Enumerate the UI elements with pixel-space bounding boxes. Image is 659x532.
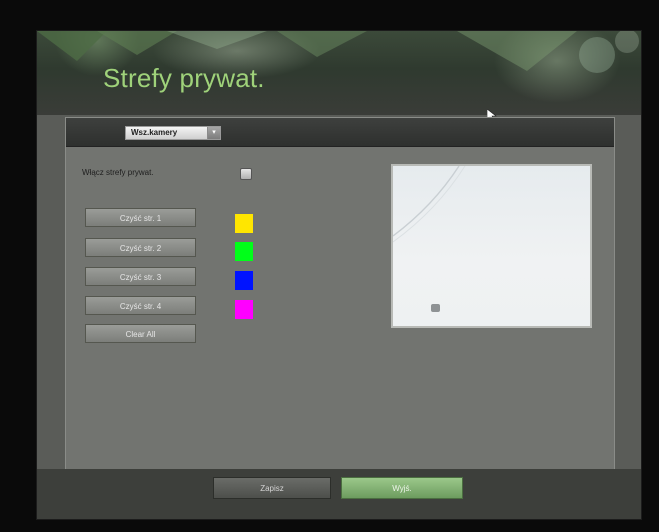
header-banner: Strefy prywat. bbox=[37, 31, 641, 115]
privacy-settings-panel: Wsz.kamery ▾ Włącz strefy prywat. Czyść … bbox=[65, 117, 615, 470]
zone-1-color-swatch bbox=[235, 214, 253, 233]
camera-preview[interactable] bbox=[391, 164, 592, 328]
privacy-zones-screen: Strefy prywat. Wsz.kamery ▾ Włącz strefy… bbox=[36, 30, 642, 520]
zone-4-color-swatch bbox=[235, 300, 253, 319]
zone-2-color-swatch bbox=[235, 242, 253, 261]
camera-select[interactable]: Wsz.kamery ▾ bbox=[125, 126, 221, 140]
clear-all-button[interactable]: Clear All bbox=[85, 324, 196, 343]
clear-zone-4-button[interactable]: Czyść str. 4 bbox=[85, 296, 196, 315]
camera-select-value: Wsz.kamery bbox=[131, 128, 178, 137]
enable-zones-label: Włącz strefy prywat. bbox=[82, 168, 154, 177]
enable-zones-checkbox[interactable] bbox=[240, 168, 252, 180]
zone-3-color-swatch bbox=[235, 271, 253, 290]
clear-zone-2-button[interactable]: Czyść str. 2 bbox=[85, 238, 196, 257]
camera-icon bbox=[431, 304, 440, 312]
chevron-down-icon[interactable]: ▾ bbox=[207, 127, 220, 139]
page-title: Strefy prywat. bbox=[103, 63, 265, 93]
clear-zone-3-button[interactable]: Czyść str. 3 bbox=[85, 267, 196, 286]
panel-header: Wsz.kamery ▾ bbox=[66, 118, 614, 147]
footer-bar bbox=[37, 469, 641, 519]
save-button[interactable]: Zapisz bbox=[213, 477, 331, 499]
clear-zone-1-button[interactable]: Czyść str. 1 bbox=[85, 208, 196, 227]
exit-button[interactable]: Wyjś. bbox=[341, 477, 463, 499]
glare-line bbox=[393, 166, 466, 243]
